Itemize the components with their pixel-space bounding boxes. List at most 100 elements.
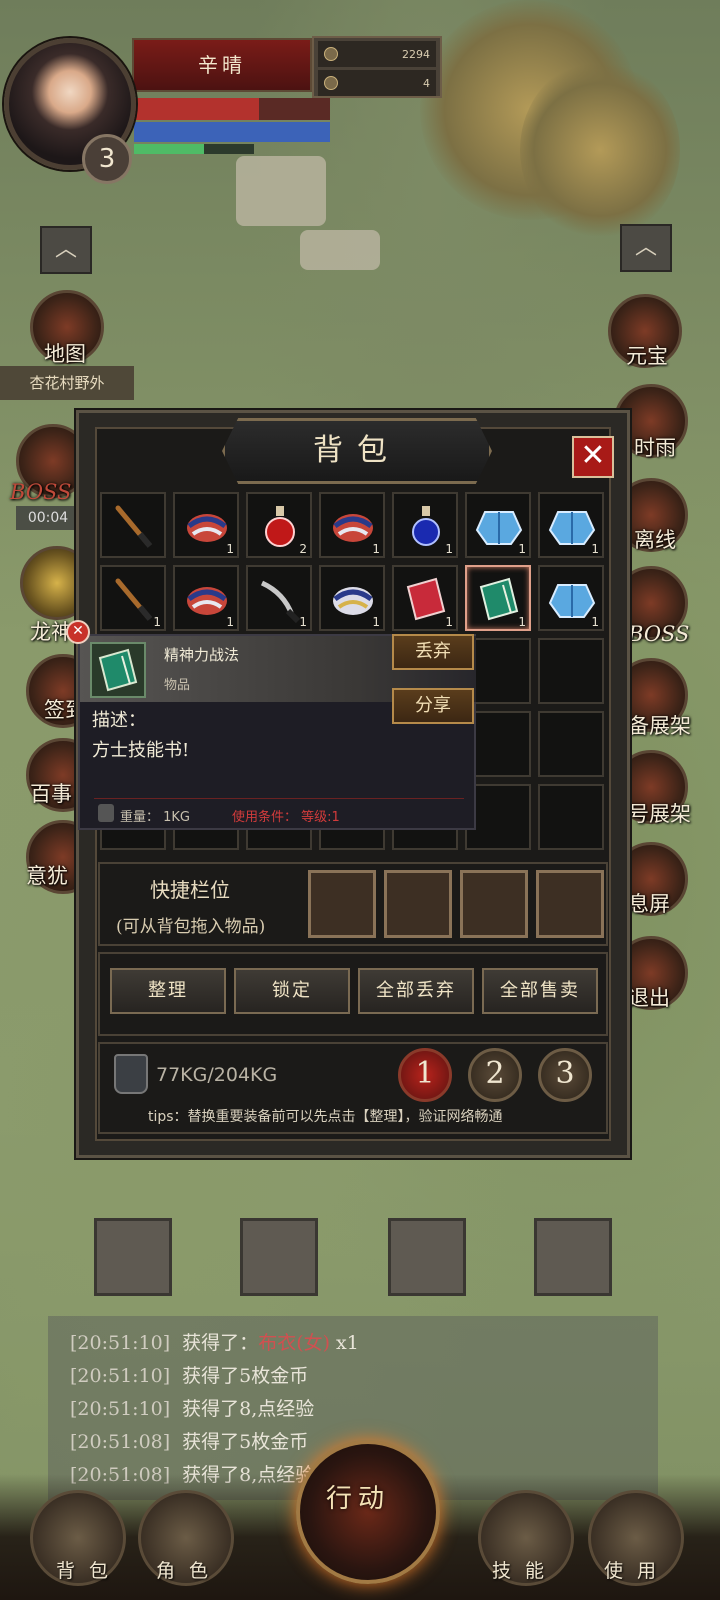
item-quantity: 1 — [372, 615, 380, 629]
hotbar-slot[interactable] — [94, 1218, 172, 1296]
status-bars — [134, 98, 330, 160]
rock-decoration — [236, 156, 326, 226]
bag-slot[interactable]: 1 — [465, 565, 531, 631]
quick-slot[interactable] — [460, 870, 528, 938]
nav-skill-label: 技能 — [492, 1560, 559, 1582]
coin-icon — [324, 47, 338, 61]
hotbar-slot[interactable] — [388, 1218, 466, 1296]
item-quantity: 1 — [299, 615, 307, 629]
location-label: 杏花村野外 — [0, 366, 134, 400]
ingot-icon — [324, 76, 338, 90]
weight-icon — [114, 1054, 148, 1094]
page-2-button[interactable]: 2 — [468, 1048, 522, 1102]
bag-slot[interactable]: 2 — [246, 492, 312, 558]
chevron-up-icon: ︿ — [634, 235, 657, 260]
chevron-up-icon: ︿ — [54, 237, 77, 262]
exit-label: 退出 — [628, 986, 670, 1010]
weight-small-icon — [98, 804, 114, 822]
chat-line: [20:51:10] 获得了：布衣(女) x1 — [48, 1328, 658, 1361]
action-main-label: 行动 — [326, 1484, 391, 1514]
bag-slot[interactable] — [100, 492, 166, 558]
item-quantity: 1 — [226, 542, 234, 556]
hotbar-slot[interactable] — [534, 1218, 612, 1296]
tooltip-divider — [94, 798, 464, 799]
yuanbao-label: 元宝 — [626, 344, 668, 368]
bag-slot[interactable]: 1 — [392, 565, 458, 631]
discard-button[interactable]: 丢弃 — [392, 634, 474, 670]
bag-slot[interactable]: 1 — [538, 492, 604, 558]
boss-right-label: BOSS — [628, 622, 690, 646]
tooltip-requirement: 使用条件： 等级:1 — [232, 810, 340, 825]
quick-bar-hint: (可从背包拖入物品) — [116, 917, 266, 937]
item-quantity: 1 — [226, 615, 234, 629]
bag-slot[interactable]: 1 — [465, 492, 531, 558]
rain-label: 时雨 — [634, 436, 676, 460]
boss-timer: 00:04 — [16, 506, 80, 530]
chat-time: [20:51:08] — [70, 1431, 171, 1453]
xp-bar — [134, 144, 254, 154]
tooltip-item-name: 精神力战法 — [164, 646, 240, 664]
bag-slot[interactable]: 1 — [319, 565, 385, 631]
tooltip-desc-label: 描述： — [92, 710, 146, 731]
item-quantity: 1 — [518, 615, 526, 629]
bag-slot[interactable]: 1 — [173, 492, 239, 558]
chat-suffix: x1 — [330, 1332, 359, 1354]
close-icon: ✕ — [72, 623, 84, 639]
chat-time: [20:51:10] — [70, 1398, 171, 1420]
bag-slot[interactable]: 1 — [100, 565, 166, 631]
sort-button[interactable]: 整理 — [110, 968, 226, 1014]
lock-button[interactable]: 锁定 — [234, 968, 350, 1014]
sell-all-button[interactable]: 全部售卖 — [482, 968, 598, 1014]
bag-slot[interactable] — [538, 784, 604, 850]
item-quantity: 1 — [445, 542, 453, 556]
screen-label: 息屏 — [628, 892, 670, 916]
currency-1: 2294 — [402, 47, 430, 61]
hp-bar — [134, 98, 330, 120]
item-quantity: 2 — [299, 542, 307, 556]
share-button[interactable]: 分享 — [392, 688, 474, 724]
bag-slot[interactable] — [538, 711, 604, 777]
bag-slot[interactable]: 1 — [173, 565, 239, 631]
rack-label: 备展架 — [628, 714, 691, 738]
quick-slot[interactable] — [384, 870, 452, 938]
bag-slot[interactable]: 1 — [319, 492, 385, 558]
currency-2: 4 — [423, 76, 430, 90]
mp-bar — [134, 122, 330, 142]
chat-time: [20:51:10] — [70, 1332, 171, 1354]
tooltip-item-icon — [90, 642, 146, 698]
discard-all-button[interactable]: 全部丢弃 — [358, 968, 474, 1014]
player-name: 辛晴 — [132, 38, 312, 92]
chat-time: [20:51:10] — [70, 1365, 171, 1387]
nav-use-label: 使用 — [604, 1560, 671, 1582]
bag-slot[interactable]: 1 — [246, 565, 312, 631]
event-label: 百事 — [30, 782, 72, 806]
tooltip-close-button[interactable]: ✕ — [66, 620, 90, 644]
quick-bar-label: 快捷栏位 — [150, 878, 230, 902]
quick-slot[interactable] — [536, 870, 604, 938]
collapse-right-button[interactable]: ︿ — [620, 224, 672, 272]
page-1-button[interactable]: 1 — [398, 1048, 452, 1102]
page-3-button[interactable]: 3 — [538, 1048, 592, 1102]
tooltip-desc: 方士技能书! — [92, 740, 190, 761]
quick-slot[interactable] — [308, 870, 376, 938]
hotbar-slot[interactable] — [240, 1218, 318, 1296]
tips-text: tips：替换重要装备前可以先点击【整理】，验证网络畅通 — [148, 1109, 503, 1125]
item-quantity: 1 — [591, 615, 599, 629]
item-quantity: 1 — [445, 615, 453, 629]
bag-slot[interactable]: 1 — [538, 565, 604, 631]
weight-value: 77KG/204KG — [156, 1064, 278, 1086]
bag-slot[interactable] — [538, 638, 604, 704]
close-button[interactable]: ✕ — [572, 436, 614, 478]
collapse-left-button[interactable]: ︿ — [40, 226, 92, 274]
chat-item-highlight[interactable]: 布衣(女) — [258, 1332, 330, 1354]
nav-bag-label: 背包 — [56, 1560, 123, 1582]
bag-slot[interactable]: 1 — [392, 492, 458, 558]
tooltip-weight: 重量： 1KG — [120, 810, 191, 825]
bag-title: 背包 — [222, 418, 492, 484]
rock-decoration — [300, 230, 380, 270]
player-level: 3 — [82, 134, 132, 184]
chat-text: 获得了8,点经验 — [182, 1398, 315, 1420]
chat-line: [20:51:10] 获得了5枚金币 — [48, 1361, 658, 1394]
item-quantity: 1 — [518, 542, 526, 556]
close-icon: ✕ — [580, 438, 606, 473]
